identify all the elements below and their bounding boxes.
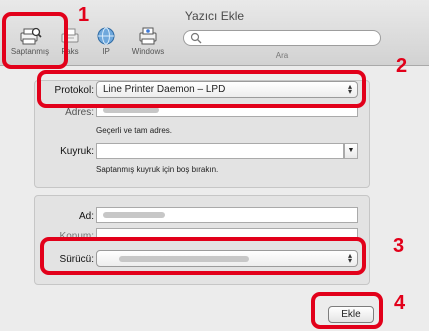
toolbar-windows-button[interactable]: Windows	[125, 26, 171, 64]
queue-label: Kuyruk:	[60, 146, 94, 157]
queue-field[interactable]	[96, 143, 344, 159]
toolbar-ip-button[interactable]: IP	[88, 26, 124, 64]
address-hint: Geçerli ve tam adres.	[96, 126, 173, 135]
search-input[interactable]	[183, 30, 381, 46]
network-printer-icon	[139, 27, 157, 45]
toolbar-windows-label: Windows	[131, 47, 165, 56]
callout-2: 2	[396, 55, 408, 77]
name-label: Ad:	[78, 211, 94, 222]
callout-1: 1	[78, 4, 90, 26]
queue-dropdown-button[interactable]: ▼	[344, 143, 358, 159]
highlight-protocol	[37, 70, 366, 108]
add-printer-window: Yazıcı Ekle Saptanmış Faks IP Windows Ar…	[0, 0, 429, 331]
highlight-default-button	[2, 12, 68, 69]
callout-4: 4	[394, 292, 406, 314]
callout-3: 3	[393, 235, 405, 257]
toolbar-ip-label: IP	[102, 47, 110, 56]
globe-icon	[97, 27, 115, 45]
queue-hint: Saptanmış kuyruk için boş bırakın.	[96, 165, 219, 174]
highlight-driver	[40, 237, 366, 275]
address-label: Adres:	[65, 107, 94, 118]
name-value-redacted	[103, 212, 165, 218]
search-icon	[190, 32, 202, 44]
name-field[interactable]	[96, 207, 358, 223]
search-label: Ara	[275, 51, 289, 60]
highlight-add-button	[311, 292, 383, 329]
